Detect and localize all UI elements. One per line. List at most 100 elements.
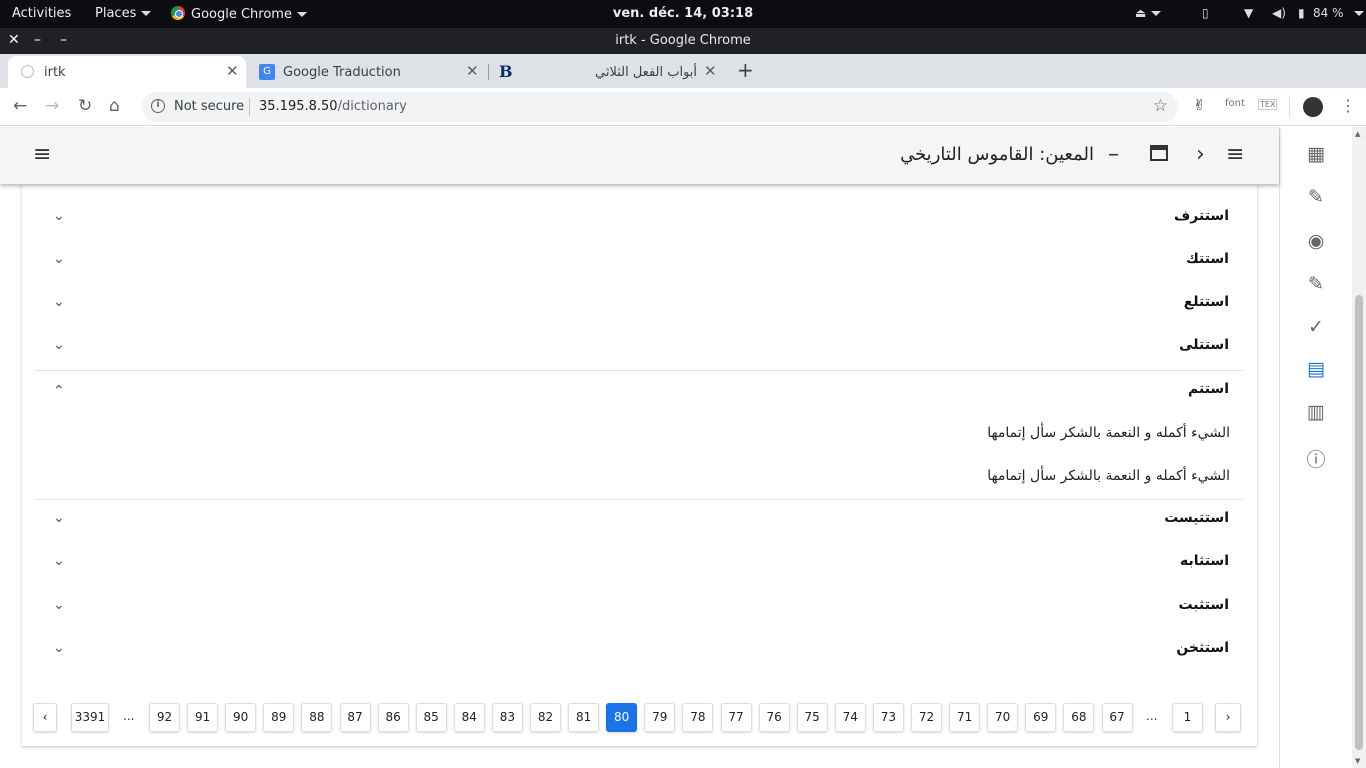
- scroll-up-icon[interactable]: ▲: [1355, 130, 1360, 138]
- page-number-button[interactable]: 73: [872, 703, 904, 732]
- page-number-button[interactable]: 71: [949, 703, 981, 732]
- pagination: ‹ 3391 ... 92 91 90 89 88 87 86 85 84 83 82 81 80 79 7…: [22, 703, 1257, 735]
- page-number-button[interactable]: 72: [911, 703, 942, 732]
- browser-toolbar: ← → ↻ ⌂ i Not secure 35.195.8.50/diction…: [0, 88, 1366, 126]
- page-number-button[interactable]: 77: [720, 703, 752, 732]
- info-icon[interactable]: i: [151, 99, 165, 113]
- page-number-button[interactable]: 87: [339, 703, 371, 732]
- chevron-down-icon[interactable]: ⌄: [53, 510, 65, 526]
- chevron-down-icon[interactable]: ⌄: [53, 640, 65, 656]
- hamburger-icon[interactable]: ≡: [1226, 142, 1244, 167]
- divider: [35, 370, 1243, 371]
- edit-icon[interactable]: ✎: [1280, 273, 1352, 295]
- page-number-button[interactable]: 82: [530, 703, 561, 732]
- window-layout-icon[interactable]: [1150, 145, 1168, 161]
- battery-level: 84 %: [1313, 6, 1344, 20]
- entry-word: استترف: [1174, 208, 1229, 224]
- page-first-button[interactable]: 1: [1172, 703, 1203, 732]
- home-icon[interactable]: ⌂: [109, 96, 120, 116]
- page-current-button[interactable]: 80: [606, 703, 638, 732]
- tab-abwab[interactable]: B أبواب الفعل الثلاثي ✕: [492, 56, 724, 88]
- profile-avatar[interactable]: [1303, 97, 1323, 117]
- page-number-button[interactable]: 75: [796, 703, 828, 732]
- minus-icon[interactable]: –: [1108, 142, 1119, 167]
- security-label[interactable]: Not secure: [174, 99, 244, 114]
- tab-irtk[interactable]: irtk ✕: [8, 56, 246, 88]
- page-number-button[interactable]: 79: [644, 703, 676, 732]
- chevron-down-icon[interactable]: ⌄: [53, 251, 65, 267]
- chevron-up-icon[interactable]: ⌃: [53, 383, 65, 399]
- tab-label: irtk: [44, 65, 66, 80]
- volume-icon: ◀): [1272, 6, 1286, 20]
- page-last-button[interactable]: 3391: [71, 703, 109, 732]
- close-tab-icon[interactable]: ✕: [226, 62, 239, 80]
- page-number-button[interactable]: 81: [568, 703, 600, 732]
- extension-icon[interactable]: ✌: [1193, 96, 1206, 114]
- page-number-button[interactable]: 91: [187, 703, 219, 732]
- tab-label: أبواب الفعل الثلاثي: [595, 65, 698, 80]
- tab-separator: [488, 64, 489, 80]
- compass-icon[interactable]: ◉: [1280, 230, 1352, 252]
- page-number-button[interactable]: 68: [1063, 703, 1095, 732]
- chevron-down-icon[interactable]: ⌄: [53, 553, 65, 569]
- page-number-button[interactable]: 74: [834, 703, 866, 732]
- back-icon[interactable]: ←: [13, 96, 27, 116]
- font-extension-icon[interactable]: font: [1225, 98, 1245, 109]
- entry-word: استتم: [1188, 381, 1229, 397]
- page-number-button[interactable]: 78: [682, 703, 714, 732]
- page-number-button[interactable]: 90: [225, 703, 257, 732]
- eject-icon[interactable]: ⏏: [1135, 6, 1162, 20]
- page-number-button[interactable]: 69: [1025, 703, 1057, 732]
- tab-label: Google Traduction: [283, 65, 401, 80]
- info-circle-icon[interactable]: ⓘ: [1280, 445, 1352, 472]
- bookmark-star-icon[interactable]: ☆: [1153, 96, 1168, 116]
- page-number-button[interactable]: 85: [415, 703, 447, 732]
- page-number-button[interactable]: 92: [149, 703, 180, 732]
- book-icon[interactable]: ▤: [1280, 358, 1352, 380]
- open-book-icon[interactable]: ▥: [1280, 401, 1352, 423]
- system-menu[interactable]: [1349, 6, 1364, 20]
- tex-extension-icon[interactable]: TEX: [1258, 99, 1278, 110]
- check-icon[interactable]: ✓: [1280, 316, 1352, 338]
- page-number-button[interactable]: 67: [1101, 703, 1133, 732]
- entry-word: استتك: [1185, 251, 1229, 267]
- reload-icon[interactable]: ↻: [78, 96, 92, 116]
- menu-icon[interactable]: ≡: [33, 142, 51, 167]
- pencil-icon[interactable]: ✎: [1280, 186, 1352, 208]
- network-icon: ▯: [1202, 6, 1209, 20]
- close-tab-icon[interactable]: ✕: [704, 62, 717, 80]
- page-number-button[interactable]: 76: [758, 703, 790, 732]
- entry-definition: الشيء أكمله و النعمة بالشكر سأل إتمامها: [987, 468, 1230, 484]
- scroll-down-icon[interactable]: ▼: [1355, 757, 1360, 765]
- app-bar: ≡ المعين: القاموس التاريخي – › ≡: [0, 127, 1279, 184]
- url-text[interactable]: 35.195.8.50/dictionary: [259, 99, 407, 114]
- chevron-down-icon[interactable]: ⌄: [53, 597, 65, 613]
- address-bar[interactable]: i Not secure 35.195.8.50/dictionary ☆: [142, 92, 1178, 122]
- page-number-button[interactable]: 70: [987, 703, 1019, 732]
- new-tab-icon[interactable]: +: [737, 58, 754, 82]
- page-ellipsis: ...: [1146, 709, 1158, 723]
- page-number-button[interactable]: 89: [263, 703, 295, 732]
- close-tab-icon[interactable]: ✕: [466, 62, 479, 80]
- chevron-down-icon[interactable]: ⌄: [53, 208, 65, 224]
- page-next-button[interactable]: ›: [1215, 703, 1241, 732]
- window-title: irtk - Google Chrome: [615, 33, 751, 48]
- url-host: 35.195.8.50: [259, 99, 338, 114]
- tab-google-traduction[interactable]: G Google Traduction ✕: [250, 56, 488, 88]
- page-number-button[interactable]: 88: [301, 703, 333, 732]
- forward-icon[interactable]: →: [45, 96, 59, 116]
- chevron-down-icon[interactable]: ⌄: [53, 294, 65, 310]
- apps-grid-icon[interactable]: ▦: [1280, 143, 1352, 165]
- chevron-right-icon[interactable]: ›: [1196, 142, 1205, 167]
- chrome-menu-icon[interactable]: ⋮: [1340, 96, 1356, 115]
- scrollbar-thumb[interactable]: [1355, 295, 1363, 750]
- entry-word: استتيست: [1164, 510, 1229, 526]
- chevron-down-icon[interactable]: ⌄: [53, 337, 65, 353]
- window-title-bar: ✕ – – irtk - Google Chrome: [0, 28, 1366, 54]
- page-number-button[interactable]: 86: [377, 703, 409, 732]
- page-prev-button[interactable]: ‹: [33, 703, 57, 732]
- page-number-button[interactable]: 83: [491, 703, 523, 732]
- site-b-icon: B: [499, 62, 513, 81]
- page-number-button[interactable]: 84: [453, 703, 485, 732]
- page-scrollbar[interactable]: ▲ ▼: [1352, 127, 1366, 768]
